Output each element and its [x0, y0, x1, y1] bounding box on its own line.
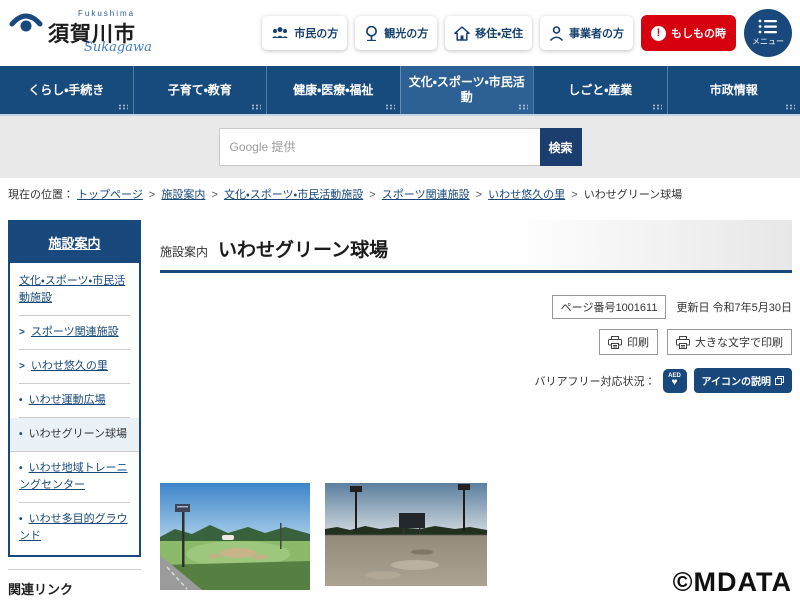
breadcrumb-separator: > [369, 189, 375, 201]
emergency-button[interactable]: ! もしもの時 [641, 15, 736, 51]
sidebar-title-link[interactable]: 施設案内 [10, 222, 139, 263]
sidebar-item-culture-sports-facilities: 文化・スポーツ・市民活動施設 [19, 265, 130, 316]
bullet-icon: • [19, 395, 23, 406]
breadcrumb-link-sports-facilities[interactable]: スポーツ関連施設 [382, 189, 470, 201]
quick-link-label: 市民の方 [294, 25, 338, 41]
menu-list-icon [758, 19, 778, 34]
aed-icon: AED ♥ [663, 369, 687, 393]
sidebar-item-iwase-multipurpose-ground: • いわせ多目的グラウンド [19, 503, 130, 553]
chevron-right-icon: > [19, 361, 25, 372]
print-actions-row: 印刷 大きな文字で印刷 [160, 329, 792, 355]
content-area: 施設案内 文化・スポーツ・市民活動施設 > スポーツ関連施設 > いわせ悠久の里… [0, 208, 800, 600]
heart-icon: ♥ [672, 378, 678, 388]
nav-item-life-procedures[interactable]: くらし・手続き [0, 66, 133, 114]
search-band: 検索 [0, 116, 800, 178]
breadcrumb: 現在の位置： トップページ > 施設案内 > 文化・スポーツ・市民活動施設 > … [0, 178, 800, 208]
site-logo-link[interactable]: Fukushima 須賀川市 Sukagawa [8, 6, 164, 60]
sidebar-item-iwase-undo-hiroba: • いわせ運動広場 [19, 384, 130, 418]
link-tourists[interactable]: 観光の方 [355, 16, 437, 50]
breadcrumb-separator: > [476, 189, 482, 201]
tree-icon [364, 26, 379, 41]
logo-romaji-text: Sukagawa [84, 40, 152, 55]
barrier-free-row: バリアフリー対応状況： AED ♥ アイコンの説明 [160, 368, 792, 393]
main-navigation: くらし・手続き 子育て・教育 健康・医療・福祉 文化・スポーツ・市民活動 しごと… [0, 66, 800, 116]
ground-field-photo [325, 483, 487, 586]
main-content: 施設案内 いわせグリーン球場 ページ番号1001611 更新日 令和7年5月30… [160, 220, 792, 600]
page-title-block: 施設案内 いわせグリーン球場 [160, 220, 792, 273]
citizens-icon [271, 26, 289, 40]
link-citizens[interactable]: 市民の方 [262, 16, 347, 50]
breadcrumb-separator: > [571, 189, 577, 201]
quick-link-label: 事業者の方 [569, 25, 624, 41]
breadcrumb-link-culture-sports-facilities[interactable]: 文化・スポーツ・市民活動施設 [224, 189, 363, 201]
bullet-icon: • [19, 429, 23, 440]
search-button[interactable]: 検索 [540, 128, 582, 166]
new-window-icon [775, 376, 784, 385]
sidebar-item-iwase-yukyu: > いわせ悠久の里 [19, 350, 130, 384]
sidebar-menu: 文化・スポーツ・市民活動施設 > スポーツ関連施設 > いわせ悠久の里 • いわ… [10, 263, 139, 555]
search-input[interactable] [219, 128, 540, 166]
nav-item-childcare-education[interactable]: 子育て・教育 [133, 66, 267, 114]
breadcrumb-link-iwase-yukyu[interactable]: いわせ悠久の里 [488, 189, 565, 201]
icon-help-button[interactable]: アイコンの説明 [694, 368, 793, 393]
business-person-icon [549, 26, 564, 41]
facility-menu-box: 施設案内 文化・スポーツ・市民活動施設 > スポーツ関連施設 > いわせ悠久の里… [8, 220, 141, 557]
page-meta-row: ページ番号1001611 更新日 令和7年5月30日 [160, 295, 792, 319]
menu-button[interactable]: メニュー [744, 9, 792, 57]
breadcrumb-link-facilities[interactable]: 施設案内 [161, 189, 205, 201]
sidebar-item-iwase-training-center: • いわせ地域トレーニングセンター [19, 452, 130, 503]
logo-prefecture-text: Fukushima [78, 9, 135, 18]
page-number: ページ番号1001611 [552, 295, 667, 319]
breadcrumb-separator: > [211, 189, 217, 201]
print-button[interactable]: 印刷 [599, 329, 658, 355]
quick-link-label: 移住・定住 [475, 25, 523, 41]
print-large-text-button[interactable]: 大きな文字で印刷 [667, 329, 792, 355]
watermark: ©MDATA [673, 567, 792, 598]
nav-item-city-government[interactable]: 市政情報 [667, 66, 800, 114]
menu-label: メニュー [752, 36, 784, 47]
related-links-title: 関連リンク [8, 570, 141, 600]
link-relocation[interactable]: 移住・定住 [445, 16, 532, 50]
related-links-section: 関連リンク [8, 569, 141, 600]
house-icon [454, 26, 470, 41]
chevron-right-icon: > [19, 327, 25, 338]
page-category-label: 施設案内 [160, 243, 208, 260]
sidebar-item-iwase-green-stadium[interactable]: • いわせグリーン球場 [10, 418, 139, 452]
site-header: Fukushima 須賀川市 Sukagawa 市民の方 [0, 0, 800, 66]
city-emblem-icon [8, 6, 44, 40]
nav-item-work-industry[interactable]: しごと・産業 [533, 66, 667, 114]
updated-date: 更新日 令和7年5月30日 [676, 299, 792, 315]
sidebar: 施設案内 文化・スポーツ・市民活動施設 > スポーツ関連施設 > いわせ悠久の里… [8, 220, 141, 600]
sidebar-item-sports-facilities: > スポーツ関連施設 [19, 316, 130, 350]
page: Fukushima 須賀川市 Sukagawa 市民の方 [0, 0, 800, 600]
breadcrumb-current: いわせグリーン球場 [584, 189, 682, 201]
breadcrumb-separator: > [149, 189, 155, 201]
emergency-label: もしもの時 [671, 25, 726, 41]
printer-icon [608, 336, 622, 349]
quick-link-label: 観光の方 [384, 25, 428, 41]
nav-item-culture-sports[interactable]: 文化・スポーツ・市民活動 [400, 66, 534, 114]
site-logo-text: Fukushima 須賀川市 Sukagawa [48, 6, 164, 60]
stadium-overview-photo [160, 483, 310, 590]
breadcrumb-prefix: 現在の位置： [8, 189, 74, 201]
printer-icon [676, 336, 690, 349]
alert-icon: ! [651, 26, 666, 41]
barrier-free-label: バリアフリー対応状況： [535, 373, 656, 389]
bullet-icon: • [19, 514, 23, 525]
bullet-icon: • [19, 463, 23, 474]
breadcrumb-link-home[interactable]: トップページ [77, 189, 143, 201]
nav-item-health-welfare[interactable]: 健康・医療・福祉 [266, 66, 400, 114]
page-title: いわせグリーン球場 [218, 235, 388, 262]
audience-quick-links: 市民の方 観光の方 移住・定住 [262, 9, 792, 57]
link-business[interactable]: 事業者の方 [540, 16, 633, 50]
